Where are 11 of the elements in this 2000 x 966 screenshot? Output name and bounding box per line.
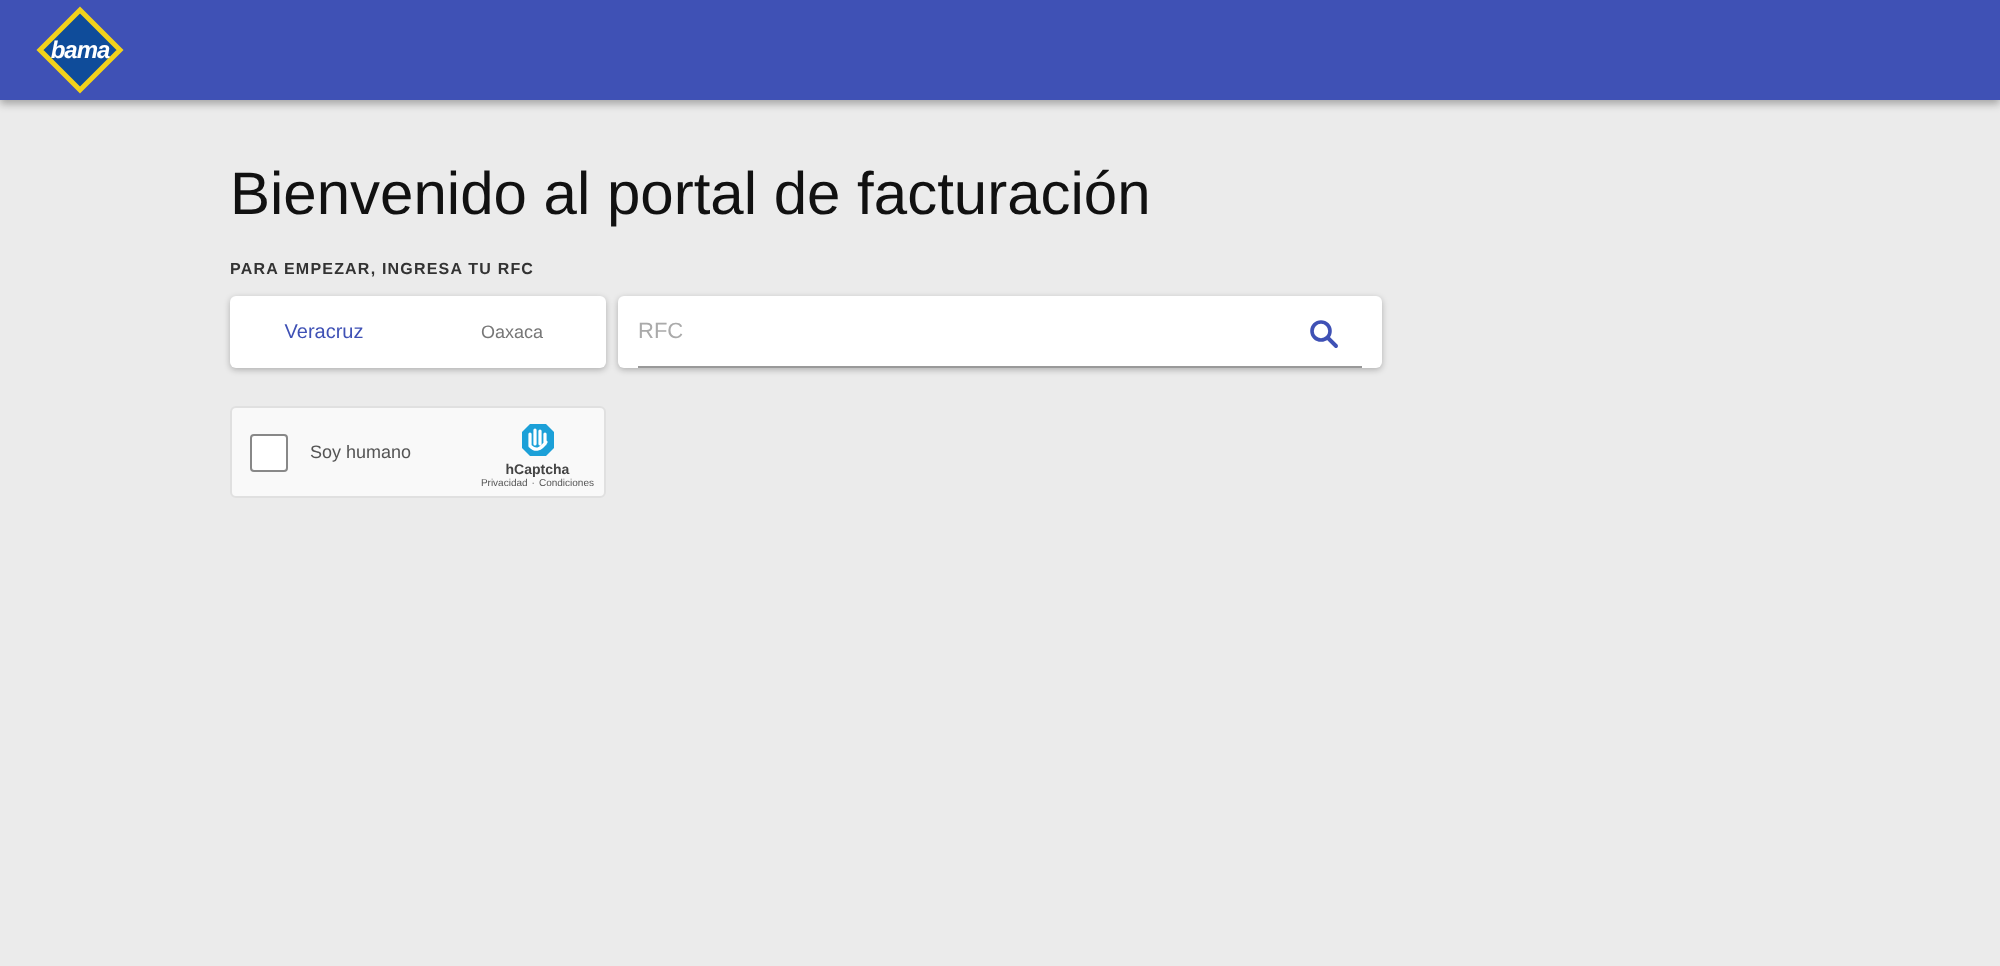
checkbox-label: Soy humano: [310, 442, 414, 462]
search-icon[interactable]: [1306, 316, 1342, 352]
prompt-label: PARA EMPEZAR, INGRESA TU RFC: [230, 260, 537, 278]
page-title: Bienvenido al portal de facturación: [230, 160, 1153, 232]
tab[interactable]: Oaxaca: [418, 296, 606, 368]
logo-text: bama: [50, 36, 110, 64]
diamond-logo-icon: [36, 6, 124, 94]
checkbox[interactable]: [250, 433, 288, 471]
tab[interactable]: Veracruz: [230, 296, 418, 368]
logo[interactable]: bama: [36, 6, 124, 94]
rfc-search-field[interactable]: RFC: [618, 296, 1382, 368]
